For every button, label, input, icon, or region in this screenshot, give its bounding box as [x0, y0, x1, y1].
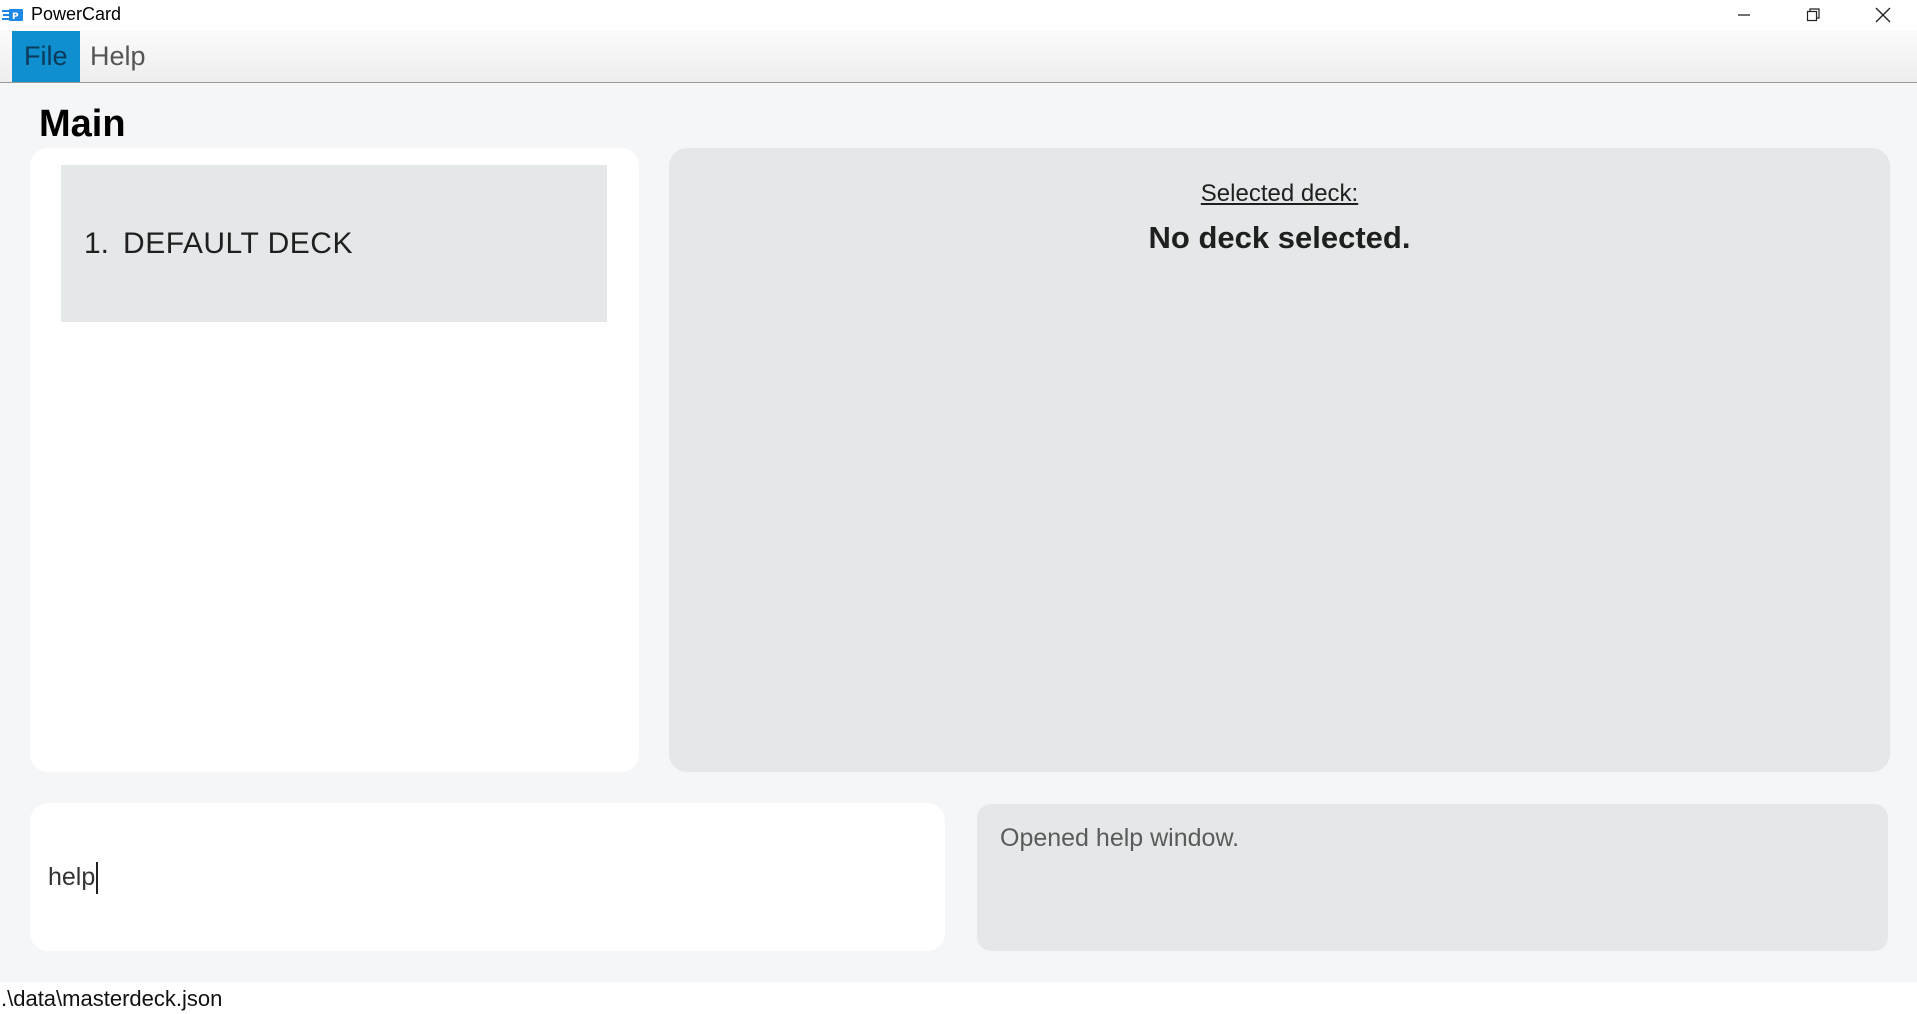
selected-deck-panel: Selected deck: No deck selected. [669, 148, 1890, 772]
close-icon [1874, 6, 1892, 24]
menu-file[interactable]: File [12, 31, 80, 82]
text-caret [96, 862, 98, 894]
svg-text:P: P [12, 12, 19, 22]
restore-icon [1805, 7, 1821, 23]
status-bar: .\data\masterdeck.json [0, 982, 1917, 1014]
deck-name: DEFAULT DECK [123, 226, 353, 260]
restore-button[interactable] [1778, 0, 1848, 30]
deck-index: 1. [84, 226, 110, 260]
powercard-app-icon: P [2, 7, 24, 23]
deck-list-item[interactable]: 1. DEFAULT DECK [61, 165, 607, 322]
window-title: PowerCard [31, 4, 122, 24]
menu-bar: File Help [0, 30, 1917, 83]
command-input[interactable] [48, 855, 928, 899]
selected-deck-label: Selected deck: [1200, 180, 1359, 207]
page-title: Main [39, 103, 126, 145]
minimize-button[interactable] [1709, 0, 1779, 30]
status-file-path: .\data\masterdeck.json [1, 986, 223, 1011]
result-display: Opened help window. [977, 804, 1888, 951]
close-button[interactable] [1848, 0, 1917, 30]
selected-deck-value: No deck selected. [1148, 220, 1411, 255]
result-text: Opened help window. [1000, 824, 1240, 852]
command-box [30, 803, 945, 951]
minimize-icon [1736, 7, 1752, 23]
menu-help[interactable]: Help [78, 31, 158, 82]
app-window: P PowerCard File Help Main 1. DEFAULT DE… [0, 0, 1917, 1014]
deck-list-panel: 1. DEFAULT DECK [30, 148, 639, 772]
title-bar: P PowerCard [0, 0, 1917, 30]
